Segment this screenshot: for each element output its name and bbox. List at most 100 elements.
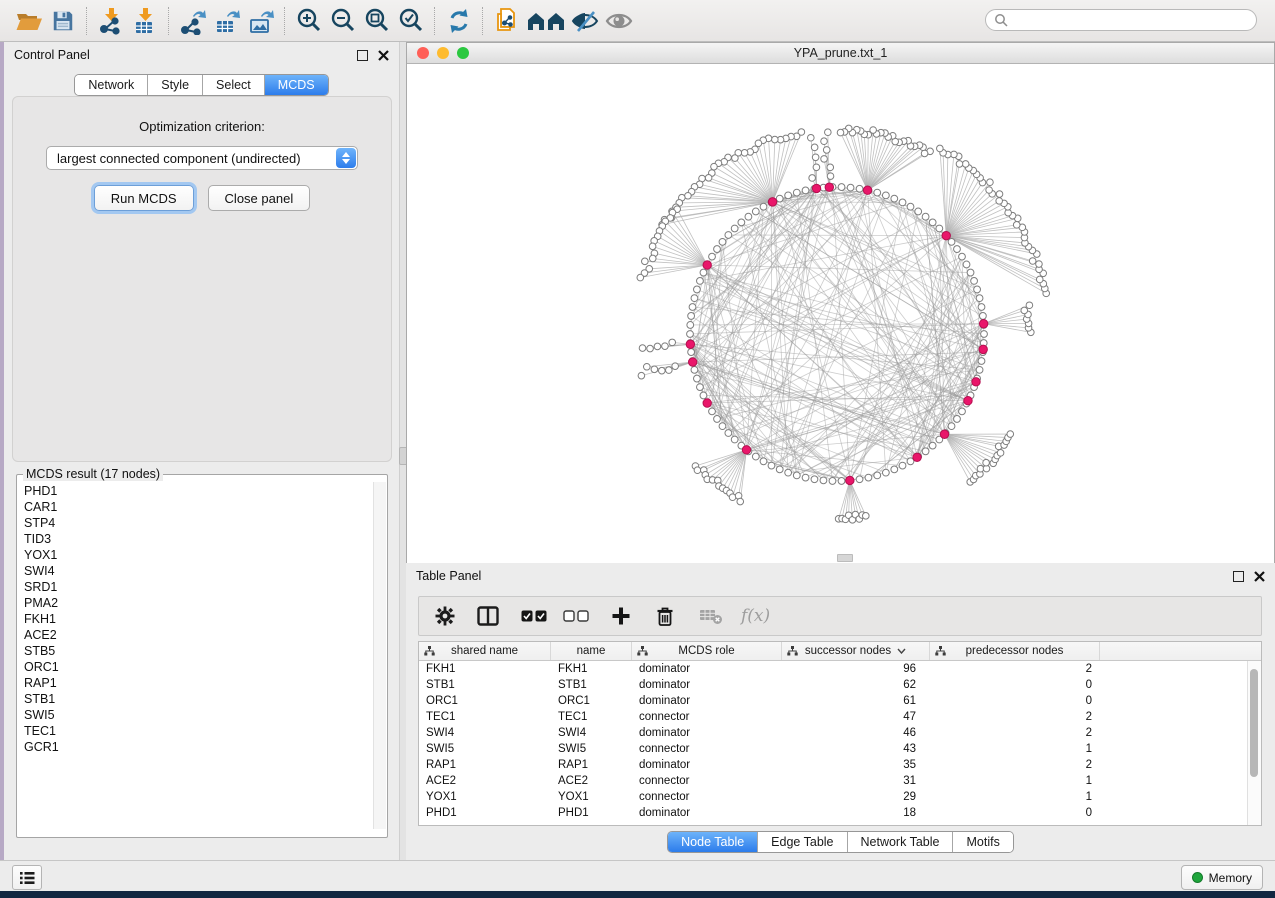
graph-node[interactable] [874,472,881,479]
mcds-result-item[interactable]: YOX1 [24,547,387,563]
tab-edge-table[interactable]: Edge Table [758,832,847,852]
graph-node[interactable] [729,494,736,501]
graph-node[interactable] [793,472,800,479]
import-table-icon[interactable] [128,5,162,37]
graph-node[interactable] [745,213,752,220]
graph-node[interactable] [811,476,818,483]
graph-node[interactable] [737,498,744,505]
mcds-result-item[interactable]: GCR1 [24,739,387,755]
graph-node[interactable] [669,339,676,346]
graph-node[interactable] [1036,276,1043,283]
table-scrollbar-thumb[interactable] [1250,669,1258,777]
graph-node[interactable] [808,134,815,141]
graph-node[interactable] [856,476,863,483]
graph-node[interactable] [937,145,944,152]
graph-node[interactable] [714,416,721,423]
graph-node[interactable] [922,213,929,220]
mcds-result-item[interactable]: STB1 [24,691,387,707]
graph-node[interactable] [976,295,983,302]
graph-node[interactable] [921,150,928,157]
graph-node[interactable] [936,225,943,232]
graph-node[interactable] [731,436,738,443]
graph-node[interactable] [922,448,929,455]
mcds-result-item[interactable]: FKH1 [24,611,387,627]
graph-node[interactable] [907,203,914,210]
graph-hub-node[interactable] [703,399,711,407]
graph-node[interactable] [954,416,961,423]
zoom-in-icon[interactable] [292,5,326,37]
graph-node[interactable] [891,466,898,473]
graph-node[interactable] [785,192,792,199]
graph-node[interactable] [725,430,732,437]
graph-node[interactable] [647,345,654,352]
graph-node[interactable] [809,175,816,182]
graph-hub-node[interactable] [846,476,854,484]
delete-column-icon[interactable] [655,601,675,631]
search-input[interactable] [1008,11,1256,29]
graph-node[interactable] [847,184,854,191]
tab-motifs[interactable]: Motifs [953,832,1012,852]
tab-node-table[interactable]: Node Table [668,832,758,852]
table-scrollbar[interactable] [1247,661,1261,825]
graph-node[interactable] [741,150,748,157]
memory-button[interactable]: Memory [1181,865,1263,890]
graph-hub-node[interactable] [979,320,987,328]
graph-node[interactable] [882,192,889,199]
graph-node[interactable] [732,155,739,162]
graph-hub-node[interactable] [940,430,948,438]
optimization-criterion-select[interactable]: largest connected component (undirected) [46,146,358,170]
mcds-result-item[interactable]: STP4 [24,515,387,531]
graph-node[interactable] [929,219,936,226]
table-row[interactable]: SWI5SWI5connector431 [419,741,1261,757]
close-table-panel-icon[interactable] [1254,571,1265,582]
graph-hub-node[interactable] [703,261,711,269]
graph-node[interactable] [827,173,834,180]
graph-hub-node[interactable] [689,358,697,366]
graph-node[interactable] [691,295,698,302]
graph-node[interactable] [755,140,762,147]
graph-node[interactable] [821,138,828,145]
graph-hub-node[interactable] [972,378,980,386]
graph-node[interactable] [882,469,889,476]
graph-node[interactable] [776,195,783,202]
graph-node[interactable] [823,147,830,154]
export-network-icon[interactable] [176,5,210,37]
graph-node[interactable] [802,187,809,194]
graph-node[interactable] [651,366,658,373]
graph-node[interactable] [987,179,994,186]
graph-node[interactable] [948,423,955,430]
tab-network-table[interactable]: Network Table [848,832,954,852]
graph-node[interactable] [996,191,1003,198]
open-file-icon[interactable] [12,5,46,37]
table-row[interactable]: PHD1PHD1dominator180 [419,805,1261,821]
graph-node[interactable] [719,238,726,245]
graph-node[interactable] [838,184,845,191]
graph-node[interactable] [978,304,985,311]
graph-node[interactable] [738,219,745,226]
network-window-titlebar[interactable]: YPA_prune.txt_1 [407,43,1274,64]
refresh-view-icon[interactable] [442,5,476,37]
graph-node[interactable] [976,366,983,373]
mcds-result-item[interactable]: PMA2 [24,595,387,611]
graph-node[interactable] [891,195,898,202]
graph-node[interactable] [752,453,759,460]
mcds-result-item[interactable]: ACE2 [24,627,387,643]
tab-mcds[interactable]: MCDS [265,75,328,95]
graph-node[interactable] [672,363,679,370]
graph-node[interactable] [954,246,961,253]
select-all-icon[interactable] [521,601,547,631]
graph-node[interactable] [821,156,828,163]
graph-node[interactable] [705,174,712,181]
graph-node[interactable] [811,144,818,151]
graph-node[interactable] [643,363,650,370]
mcds-result-item[interactable]: TEC1 [24,723,387,739]
mcds-result-item[interactable]: SWI4 [24,563,387,579]
graph-node[interactable] [793,189,800,196]
graph-hub-node[interactable] [863,186,871,194]
table-row[interactable]: ACE2ACE2connector311 [419,773,1261,789]
graph-node[interactable] [962,161,969,168]
function-builder-icon[interactable]: f(x) [741,601,770,631]
graph-node[interactable] [986,187,993,194]
graph-node[interactable] [771,136,778,143]
show-all-icon[interactable] [602,5,636,37]
